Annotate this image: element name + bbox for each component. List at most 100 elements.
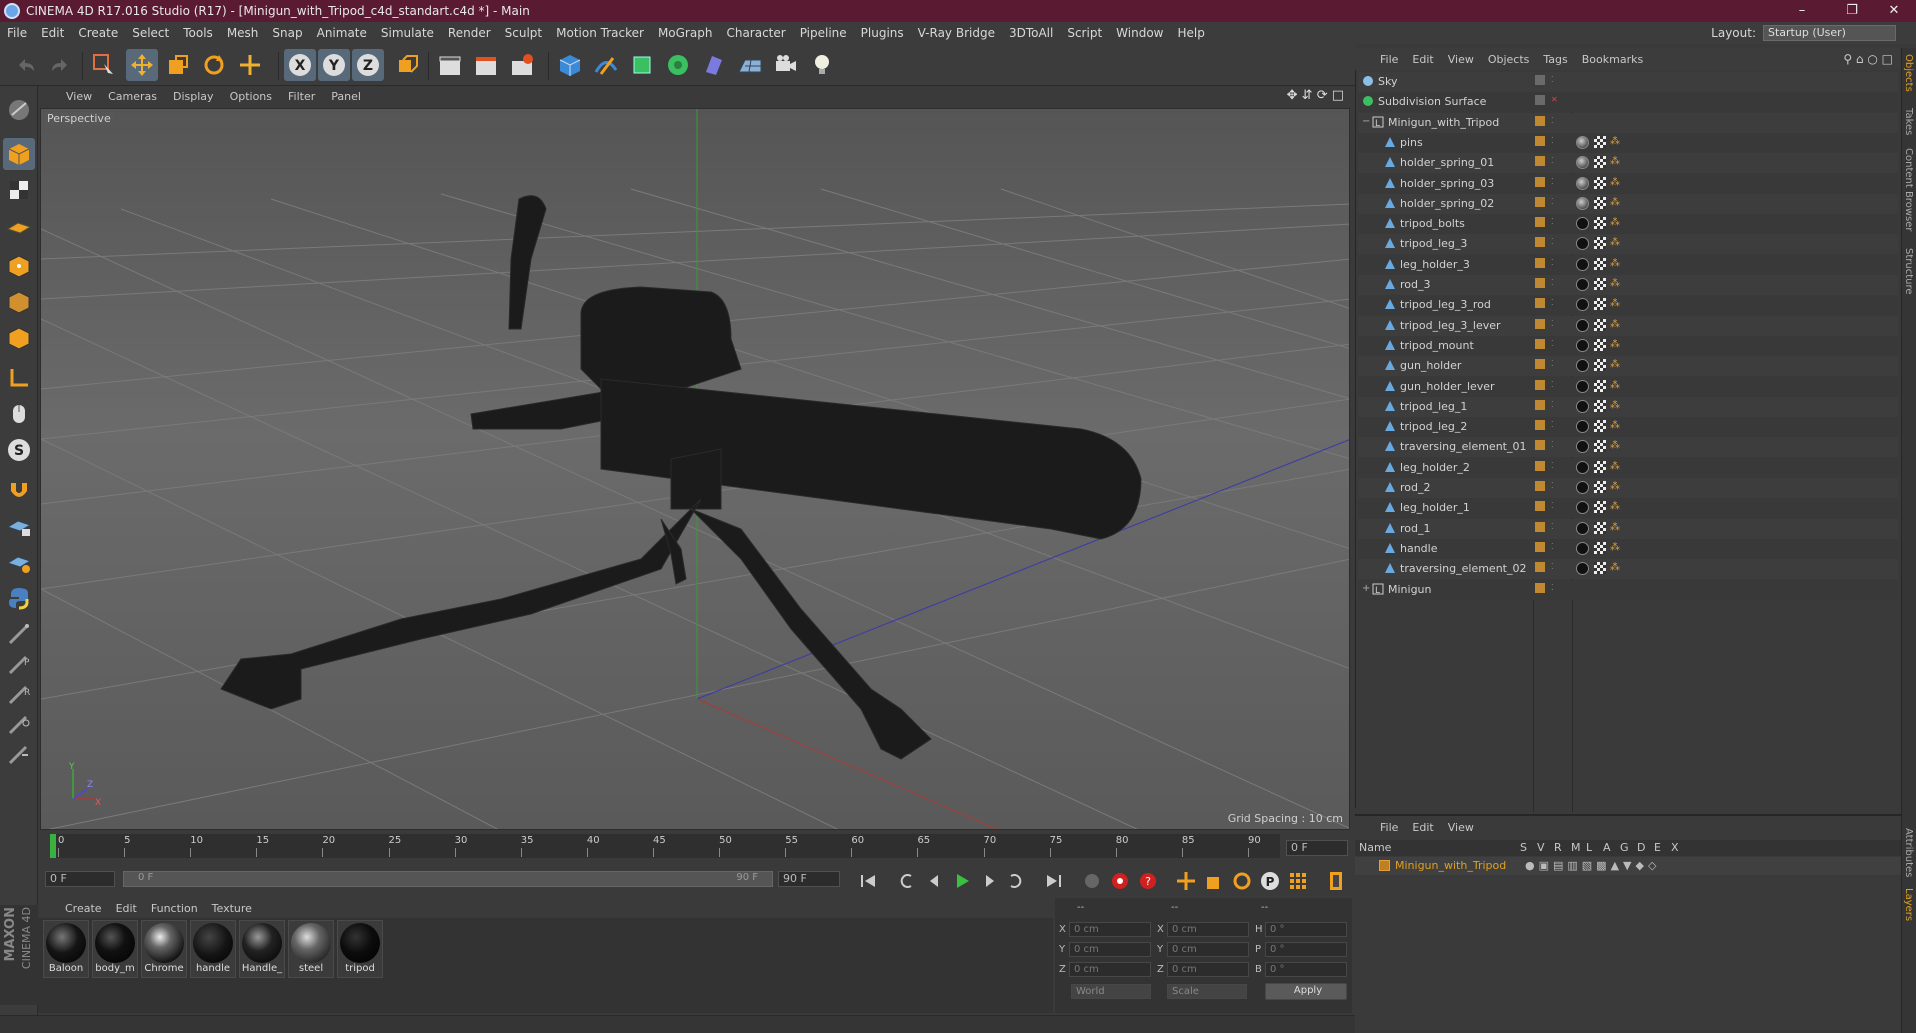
object-name[interactable]: Minigun [1388, 583, 1432, 596]
record-button[interactable] [1108, 869, 1132, 893]
add-environment-button[interactable] [734, 49, 766, 81]
layout-select[interactable]: Startup (User) [1763, 25, 1896, 41]
material-swatch[interactable]: body_m [92, 920, 138, 978]
layer-color-icon[interactable] [1535, 420, 1545, 431]
phong-tag-icon[interactable]: ⁂ [1610, 400, 1622, 412]
menu-simulate[interactable]: Simulate [374, 26, 441, 40]
object-row[interactable]: Sky ⁚ [1358, 72, 1898, 92]
viewport-menu-display[interactable]: Display [165, 90, 222, 103]
smooth-tool-button[interactable]: R [3, 678, 35, 710]
play-button[interactable] [950, 869, 974, 893]
object-row[interactable]: rod_2 ⁚ ⁂ [1358, 478, 1898, 498]
paint-tool-button[interactable] [3, 738, 35, 770]
rotation-p-field[interactable]: 0 ° [1265, 942, 1347, 957]
texture-tag-icon[interactable] [1594, 278, 1606, 290]
phong-tag-icon[interactable]: ⁂ [1610, 217, 1622, 229]
viewport-menu-view[interactable]: View [58, 90, 100, 103]
object-manager-nav-icons[interactable]: ⚲ ⌂ ○ □ [1843, 52, 1893, 66]
object-row[interactable]: − L Minigun_with_Tripod ⁚ [1358, 112, 1898, 133]
texture-tag-icon[interactable] [1594, 298, 1606, 311]
material-menu-create[interactable]: Create [58, 902, 109, 915]
object-name[interactable]: tripod_leg_3 [1400, 237, 1467, 250]
layer-color-icon[interactable] [1535, 521, 1545, 532]
layer-column-g[interactable]: G [1620, 841, 1629, 854]
object-row[interactable]: rod_3 ⁚ ⁂ [1358, 275, 1898, 295]
size-x-field[interactable]: 0 cm [1167, 922, 1249, 937]
render-settings-button[interactable] [506, 49, 538, 81]
phong-tag-icon[interactable]: ⁂ [1610, 380, 1622, 392]
phong-tag-icon[interactable]: ⁂ [1610, 156, 1622, 168]
material-tag-icon[interactable] [1576, 521, 1589, 535]
phong-tag-icon[interactable]: ⁂ [1610, 420, 1622, 432]
size-mode-select[interactable]: Scale [1167, 984, 1247, 999]
texture-tag-icon[interactable] [1594, 379, 1606, 392]
layer-color-icon[interactable] [1535, 298, 1545, 309]
object-name[interactable]: holder_spring_03 [1400, 177, 1494, 190]
viewport-menu-panel[interactable]: Panel [323, 90, 369, 103]
object-row[interactable]: gun_holder_lever ⁚ ⁂ [1358, 376, 1898, 397]
material-menu-texture[interactable]: Texture [205, 902, 259, 915]
visibility-dots-icon[interactable]: ⁚ [1551, 562, 1563, 574]
locked-workplane-button[interactable] [3, 510, 35, 542]
texture-tag-icon[interactable] [1594, 237, 1606, 250]
previous-key-button[interactable] [894, 869, 918, 893]
object-name[interactable]: pins [1400, 136, 1423, 149]
object-row[interactable]: leg_holder_3 ⁚ ⁂ [1358, 254, 1898, 275]
objects-menu-tags[interactable]: Tags [1536, 53, 1574, 66]
visibility-dots-icon[interactable]: ⁚ [1551, 583, 1563, 595]
material-tag-icon[interactable] [1576, 237, 1589, 251]
enable-axis-button[interactable] [3, 362, 35, 394]
layer-color-icon[interactable] [1535, 75, 1545, 85]
menu-help[interactable]: Help [1170, 26, 1211, 40]
material-tag-icon[interactable] [1576, 298, 1589, 312]
material-menu-function[interactable]: Function [144, 902, 205, 915]
add-cube-button[interactable] [554, 49, 586, 81]
object-name[interactable]: tripod_bolts [1400, 217, 1465, 230]
texture-tag-icon[interactable] [1594, 562, 1606, 575]
live-selection-button[interactable] [88, 49, 120, 81]
texture-tag-icon[interactable] [1594, 440, 1606, 453]
material-tag-icon[interactable] [1576, 176, 1589, 190]
next-key-button[interactable] [1004, 869, 1028, 893]
object-row[interactable]: traversing_element_02 ⁚ ⁂ [1358, 559, 1898, 580]
visibility-dots-icon[interactable]: ⁚ [1551, 501, 1563, 513]
material-tag-icon[interactable] [1576, 196, 1589, 210]
object-row[interactable]: holder_spring_02 ⁚ ⁂ [1358, 193, 1898, 214]
object-name[interactable]: tripod_leg_2 [1400, 420, 1467, 433]
texture-tag-icon[interactable] [1594, 338, 1606, 351]
perspective-viewport[interactable]: Grid Spacing : 10 cm Y Z X [40, 108, 1350, 830]
visibility-dots-icon[interactable]: ⁚ [1551, 278, 1563, 290]
visibility-dots-icon[interactable]: ✕ [1551, 95, 1563, 107]
material-tag-icon[interactable] [1576, 420, 1589, 434]
layer-color-icon[interactable] [1535, 237, 1545, 248]
material-tag-icon[interactable] [1576, 440, 1589, 454]
key-pla-button[interactable] [1286, 869, 1310, 893]
current-frame-field[interactable]: 0 F [1286, 840, 1348, 856]
object-name[interactable]: tripod_leg_1 [1400, 400, 1467, 413]
layer-column-a[interactable]: A [1603, 841, 1611, 854]
material-tag-icon[interactable] [1576, 399, 1589, 413]
menu-character[interactable]: Character [719, 26, 792, 40]
tab-content-browser[interactable]: Content Browser [1903, 148, 1914, 231]
layer-name[interactable]: Minigun_with_Tripod [1395, 859, 1506, 872]
rotation-h-field[interactable]: 0 ° [1265, 922, 1347, 937]
object-name[interactable]: gun_holder [1400, 359, 1461, 372]
object-name[interactable]: Sky [1378, 75, 1397, 88]
layer-color-icon[interactable] [1535, 481, 1545, 491]
position-y-field[interactable]: 0 cm [1069, 942, 1151, 957]
object-name[interactable]: leg_holder_2 [1400, 461, 1470, 474]
tab-takes[interactable]: Takes [1903, 108, 1914, 135]
objects-menu-edit[interactable]: Edit [1405, 53, 1440, 66]
visibility-dots-icon[interactable]: ⁚ [1551, 461, 1563, 473]
layer-color-icon[interactable] [1535, 562, 1545, 573]
object-row[interactable]: pins ⁚ ⁂ [1358, 132, 1898, 153]
material-tag-icon[interactable] [1576, 135, 1589, 149]
visibility-dots-icon[interactable]: ⁚ [1551, 380, 1563, 392]
layer-color-icon[interactable] [1535, 196, 1545, 207]
brush-tool-button[interactable] [3, 618, 35, 650]
redo-button[interactable] [44, 49, 76, 81]
maximize-button[interactable]: ❐ [1832, 0, 1872, 22]
object-name[interactable]: traversing_element_01 [1400, 440, 1526, 453]
object-name[interactable]: holder_spring_02 [1400, 197, 1494, 210]
layer-column-v[interactable]: V [1537, 841, 1545, 854]
